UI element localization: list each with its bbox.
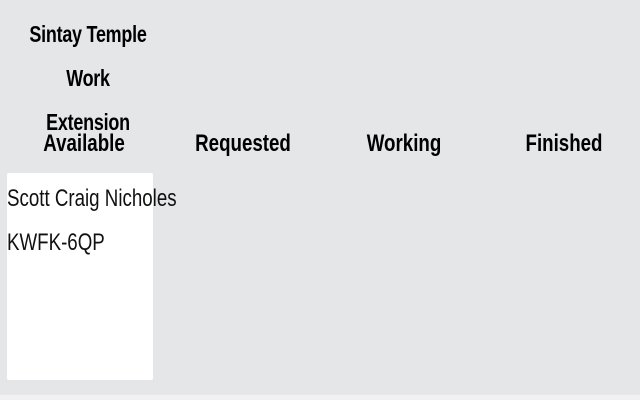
bottom-border	[0, 395, 640, 400]
card-person-name: Scott Craig Nicholes	[7, 185, 177, 212]
available-card[interactable]: Scott Craig Nicholes KWFK-6QP	[7, 173, 177, 380]
extension-popup: Sintay Temple Work Extension Available R…	[0, 0, 640, 400]
column-headers: Available Requested Working Finished	[0, 124, 640, 164]
column-header-finished: Finished	[525, 130, 603, 157]
column-header-available: Available	[43, 130, 125, 157]
column-header-working: Working	[366, 130, 442, 157]
card-person-id: KWFK-6QP	[7, 229, 105, 256]
column-header-requested: Requested	[195, 130, 291, 157]
